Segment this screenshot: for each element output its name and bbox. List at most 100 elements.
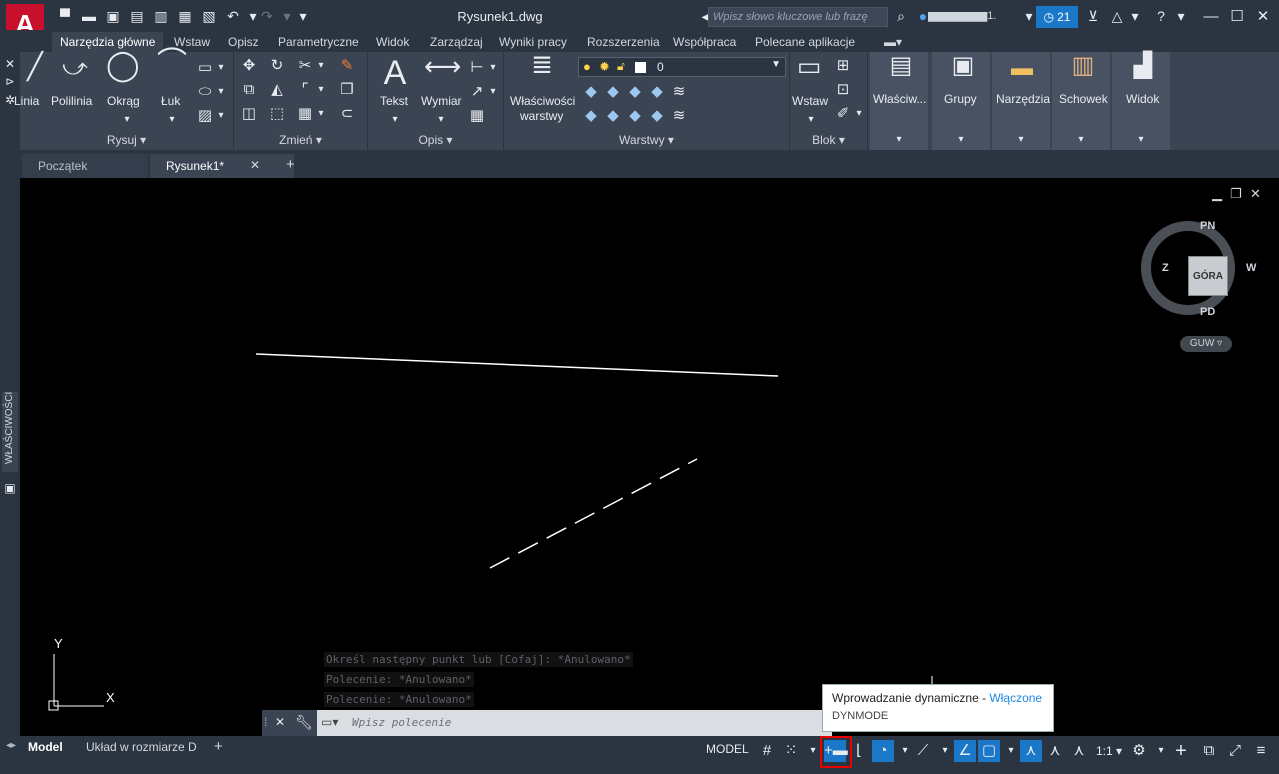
snap-icon[interactable]: ⁙ — [780, 740, 802, 762]
line-button[interactable]: Linia — [14, 94, 39, 108]
utilities-panel[interactable]: ▬ Narzędzia ▾ — [992, 52, 1050, 150]
layer-lock-icon[interactable]: ◆ — [648, 84, 666, 102]
compass-north[interactable]: PN — [1200, 220, 1215, 232]
object-snap-dropdown-icon[interactable]: ▾ — [1000, 740, 1022, 762]
workspace-gear-icon[interactable]: ⚙ — [1128, 740, 1150, 762]
dashed-line[interactable] — [489, 458, 698, 569]
insert-block-button[interactable]: Wstaw — [792, 94, 828, 108]
command-input[interactable]: Wpisz polecenie — [352, 716, 451, 729]
customize-status-bar-icon[interactable]: ≡ — [1250, 740, 1272, 762]
search-icon[interactable]: ⌕ — [892, 8, 910, 24]
autodesk-app-store-icon[interactable]: △ — [1108, 8, 1126, 24]
drag-handle-icon[interactable]: ⁞ — [264, 715, 267, 729]
linear-dim-dropdown-icon[interactable]: ▾ — [484, 60, 502, 78]
copy-icon[interactable]: ⧉ — [240, 82, 258, 100]
layer-thaw-all-icon[interactable]: ◆ — [604, 108, 622, 126]
workspace-dropdown-icon[interactable]: ▾ — [1150, 740, 1172, 762]
layer-match-icon[interactable]: ≋ — [670, 84, 688, 102]
ortho-icon[interactable]: ⌊ — [848, 740, 870, 762]
rotate-icon[interactable]: ↻ — [268, 58, 286, 76]
view-panel[interactable]: ▟ Widok ▾ — [1112, 52, 1170, 150]
object-snap-icon[interactable]: ▢ — [978, 740, 1000, 762]
new-layout-icon[interactable]: + — [214, 738, 223, 755]
redo-icon[interactable]: ↷ — [258, 8, 276, 24]
layer-unlock-all-icon[interactable]: ◆ — [648, 108, 666, 126]
text-icon[interactable]: A — [378, 54, 412, 92]
circle-icon[interactable]: ◯ — [106, 51, 140, 90]
dimension-icon[interactable]: ⟷ — [424, 53, 461, 88]
user-name[interactable]: ▆▆▆▆▆▆▆1. — [928, 9, 1020, 22]
layer-properties-button-line1[interactable]: Właściwości — [510, 94, 575, 108]
layout-scroll-icon[interactable]: ◂▸ — [6, 740, 16, 751]
viewport-close-icon[interactable]: ✕ — [1250, 186, 1261, 202]
tab-manage[interactable]: Zarządzaj — [422, 32, 491, 52]
annotation-visibility-icon[interactable]: ⋏ — [1020, 740, 1042, 762]
fillet-dropdown-icon[interactable]: ▾ — [312, 82, 330, 100]
tab-model[interactable]: Model — [20, 738, 71, 756]
save-to-web-icon[interactable]: ▦ — [176, 8, 194, 24]
tab-add-ins[interactable]: Rozszerzenia — [579, 32, 668, 52]
dimension-dropdown-icon[interactable]: ▾ — [432, 112, 450, 130]
tab-parametric[interactable]: Parametryczne — [270, 32, 367, 52]
model-space-toggle[interactable]: MODEL — [706, 742, 749, 756]
polyline-button[interactable]: Polilinia — [51, 94, 92, 108]
drawing-canvas[interactable]: Y X ▁ ❐ ✕ GÓRA PN PD W Z GUW ▿ — [20, 178, 1274, 736]
tab-drawing1[interactable]: Rysunek1* — [150, 154, 294, 178]
leader-dropdown-icon[interactable]: ▾ — [484, 84, 502, 102]
command-settings-icon[interactable]: 🔧︎ — [295, 714, 313, 731]
block-panel-title[interactable]: Blok ▾ — [790, 133, 867, 147]
compass-west[interactable]: Z — [1162, 262, 1169, 274]
ucs-menu-button[interactable]: GUW ▿ — [1180, 336, 1232, 352]
scale-icon[interactable]: ⬚ — [268, 106, 286, 124]
isometric-icon[interactable]: ⟋ — [912, 740, 934, 762]
undo-icon[interactable]: ↶ — [224, 8, 242, 24]
command-prompt-icon[interactable]: ▭▾ — [321, 715, 338, 729]
properties-palette-icon[interactable]: ▣ — [1, 480, 19, 498]
isometric-dropdown-icon[interactable]: ▾ — [934, 740, 956, 762]
tab-collaborate[interactable]: Współpraca — [665, 32, 744, 52]
text-dropdown-icon[interactable]: ▾ — [386, 112, 404, 130]
tab-start[interactable]: Początek — [22, 154, 148, 178]
hatch-dropdown-icon[interactable]: ▾ — [212, 108, 230, 126]
minimize-icon[interactable]: — — [1200, 6, 1222, 28]
layer-properties-icon[interactable]: ≣ — [526, 51, 558, 86]
block-attributes-dropdown-icon[interactable]: ▾ — [850, 106, 868, 124]
close-icon[interactable]: ✕ — [1252, 6, 1274, 28]
properties-panel[interactable]: ▤ Właściw... ▾ — [870, 52, 928, 150]
arc-icon[interactable]: ⌒ — [156, 49, 188, 88]
offset-icon[interactable]: ⊂ — [338, 106, 356, 124]
layer-freeze-icon[interactable]: ◆ — [604, 84, 622, 102]
open-folder-icon[interactable]: ▬ — [80, 8, 98, 24]
groups-panel[interactable]: ▣ Grupy ▾ — [932, 52, 990, 150]
arc-button[interactable]: Łuk — [161, 94, 180, 108]
tab-layout[interactable]: Układ w rozmiarze D — [78, 738, 205, 756]
grid-icon[interactable]: # — [756, 740, 778, 762]
viewcube-top-face[interactable]: GÓRA — [1188, 256, 1228, 296]
compass-east[interactable]: W — [1246, 262, 1256, 274]
autohide-icon[interactable]: ⊳ — [1, 74, 19, 92]
help-dropdown-icon[interactable]: ▾ — [1172, 8, 1190, 24]
help-icon[interactable]: ? — [1152, 8, 1170, 24]
draw-panel-title[interactable]: Rysuj ▾ — [20, 133, 233, 147]
create-block-icon[interactable]: ⊞ — [834, 58, 852, 76]
save-as-icon[interactable]: ▤ — [128, 8, 146, 24]
layer-dropdown[interactable]: ● ✹ 🔓︎ 0 ▼ — [578, 57, 786, 77]
polar-tracking-icon[interactable]: ◔ — [872, 740, 894, 762]
app-store-dropdown-icon[interactable]: ▾ — [1126, 8, 1144, 24]
command-close-icon[interactable]: ✕ — [275, 715, 285, 729]
customize-toolbar-icon[interactable]: ▾ — [294, 8, 312, 24]
layer-on-all-icon[interactable]: ◆ — [626, 108, 644, 126]
move-icon[interactable]: ✥ — [240, 58, 258, 76]
clipboard-panel[interactable]: ▥ Schowek ▾ — [1052, 52, 1110, 150]
stretch-icon[interactable]: ◫ — [240, 106, 258, 124]
viewport-minimize-icon[interactable]: ▁ — [1212, 186, 1222, 202]
modify-panel-title[interactable]: Zmień ▾ — [234, 133, 367, 147]
layer-off-icon[interactable]: ◆ — [626, 84, 644, 102]
layer-unisolate-icon[interactable]: ◆ — [582, 108, 600, 126]
tab-view[interactable]: Widok — [368, 32, 417, 52]
mirror-icon[interactable]: ◭ — [268, 82, 286, 100]
object-snap-tracking-icon[interactable]: ∠ — [954, 740, 976, 762]
polyline-icon[interactable]: ⤻ — [60, 56, 90, 90]
dimension-button[interactable]: Wymiar — [421, 94, 462, 108]
edit-block-icon[interactable]: ⊡ — [834, 82, 852, 100]
